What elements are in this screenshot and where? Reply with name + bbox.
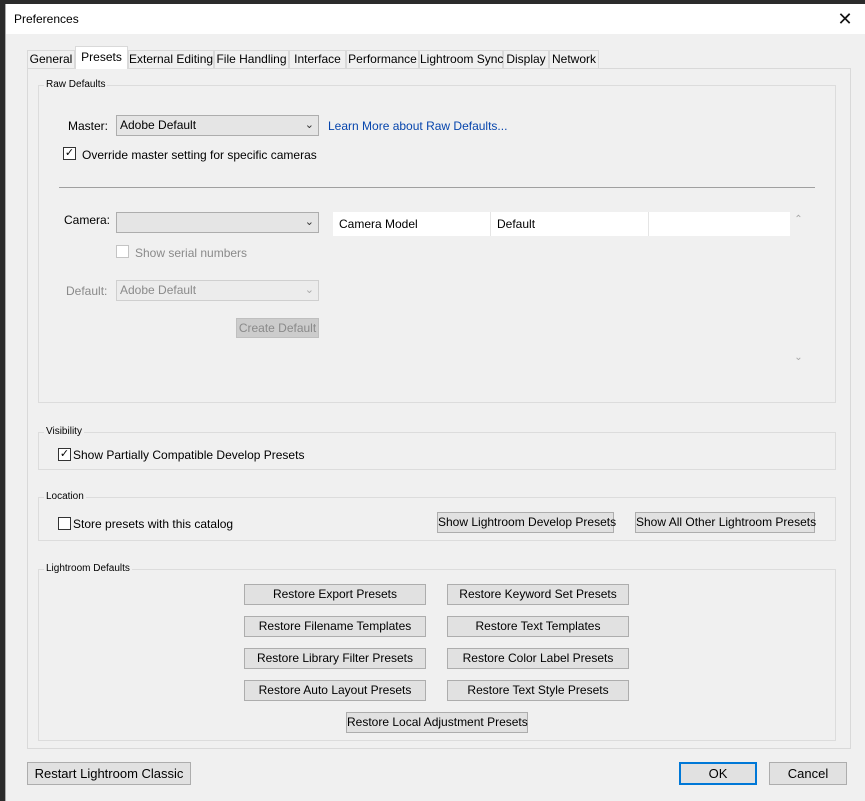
- restore-local-adjustment-presets-button[interactable]: Restore Local Adjustment Presets: [346, 712, 528, 733]
- restore-text-templates-button[interactable]: Restore Text Templates: [447, 616, 629, 637]
- column-header-default[interactable]: Default: [491, 212, 649, 236]
- restore-keyword-set-presets-button[interactable]: Restore Keyword Set Presets: [447, 584, 629, 605]
- raw-defaults-title: Raw Defaults: [44, 79, 108, 90]
- lightroom-defaults-title: Lightroom Defaults: [44, 563, 132, 574]
- restore-export-presets-button[interactable]: Restore Export Presets: [244, 584, 426, 605]
- camera-defaults-table: Camera Model Default ⌃ ⌄: [333, 212, 805, 372]
- default-value: Adobe Default: [120, 283, 197, 297]
- master-label: Master:: [68, 119, 109, 133]
- tab-performance[interactable]: Performance: [346, 50, 419, 68]
- preferences-window: Preferences ✕ General Presets External E…: [5, 4, 865, 801]
- window-title: Preferences: [14, 12, 79, 26]
- column-header-empty: [649, 212, 790, 236]
- scroll-down-icon[interactable]: ⌄: [792, 352, 805, 363]
- chevron-down-icon: ⌄: [304, 119, 314, 131]
- table-header: Camera Model Default: [333, 212, 790, 236]
- show-serial-label: Show serial numbers: [135, 246, 248, 260]
- restore-filename-templates-button[interactable]: Restore Filename Templates: [244, 616, 426, 637]
- override-label: Override master setting for specific cam…: [82, 148, 317, 162]
- create-default-button[interactable]: Create Default: [236, 318, 319, 338]
- tab-lightroom-sync[interactable]: Lightroom Sync: [419, 50, 503, 68]
- restore-library-filter-presets-button[interactable]: Restore Library Filter Presets: [244, 648, 426, 669]
- scroll-up-icon[interactable]: ⌃: [792, 214, 805, 225]
- default-select[interactable]: Adobe Default ⌄: [116, 280, 319, 301]
- store-presets-checkbox[interactable]: [58, 517, 71, 530]
- default-label: Default:: [66, 284, 108, 298]
- show-other-presets-button[interactable]: Show All Other Lightroom Presets: [635, 512, 816, 533]
- tab-general[interactable]: General: [27, 50, 75, 68]
- camera-label: Camera:: [64, 213, 111, 227]
- master-select[interactable]: Adobe Default ⌄: [116, 115, 319, 136]
- show-develop-presets-button[interactable]: Show Lightroom Develop Presets: [437, 512, 616, 533]
- ok-button[interactable]: OK: [679, 762, 757, 785]
- restart-lightroom-button[interactable]: Restart Lightroom Classic: [27, 762, 191, 785]
- tab-file-handling[interactable]: File Handling: [214, 50, 289, 68]
- table-scrollbar[interactable]: ⌃ ⌄: [792, 212, 805, 372]
- close-icon[interactable]: ✕: [825, 4, 865, 34]
- column-header-camera-model[interactable]: Camera Model: [333, 212, 491, 236]
- restore-color-label-presets-button[interactable]: Restore Color Label Presets: [447, 648, 629, 669]
- tab-display[interactable]: Display: [503, 50, 549, 68]
- chevron-down-icon: ⌄: [304, 216, 314, 228]
- override-checkbox[interactable]: ✓: [63, 147, 76, 160]
- presets-panel: Raw Defaults Master: Adobe Default ⌄ Lea…: [27, 68, 851, 749]
- separator: [59, 187, 815, 188]
- cancel-button[interactable]: Cancel: [769, 762, 847, 785]
- restore-auto-layout-presets-button[interactable]: Restore Auto Layout Presets: [244, 680, 426, 701]
- camera-select[interactable]: ⌄: [116, 212, 319, 233]
- show-partial-label: Show Partially Compatible Develop Preset…: [73, 448, 305, 462]
- visibility-title: Visibility: [44, 426, 84, 437]
- chevron-down-icon: ⌄: [304, 284, 314, 296]
- title-bar: Preferences ✕: [6, 4, 865, 34]
- master-value: Adobe Default: [120, 118, 197, 132]
- tab-external-editing[interactable]: External Editing: [128, 50, 214, 68]
- tab-network[interactable]: Network: [549, 50, 599, 68]
- show-partial-checkbox[interactable]: ✓: [58, 448, 71, 461]
- store-presets-label: Store presets with this catalog: [73, 517, 234, 531]
- show-serial-checkbox[interactable]: [116, 245, 129, 258]
- learn-more-raw-defaults-link[interactable]: Learn More about Raw Defaults...: [328, 119, 507, 133]
- restore-text-style-presets-button[interactable]: Restore Text Style Presets: [447, 680, 629, 701]
- tab-interface[interactable]: Interface: [289, 50, 346, 68]
- tab-presets[interactable]: Presets: [75, 46, 128, 69]
- location-title: Location: [44, 491, 86, 502]
